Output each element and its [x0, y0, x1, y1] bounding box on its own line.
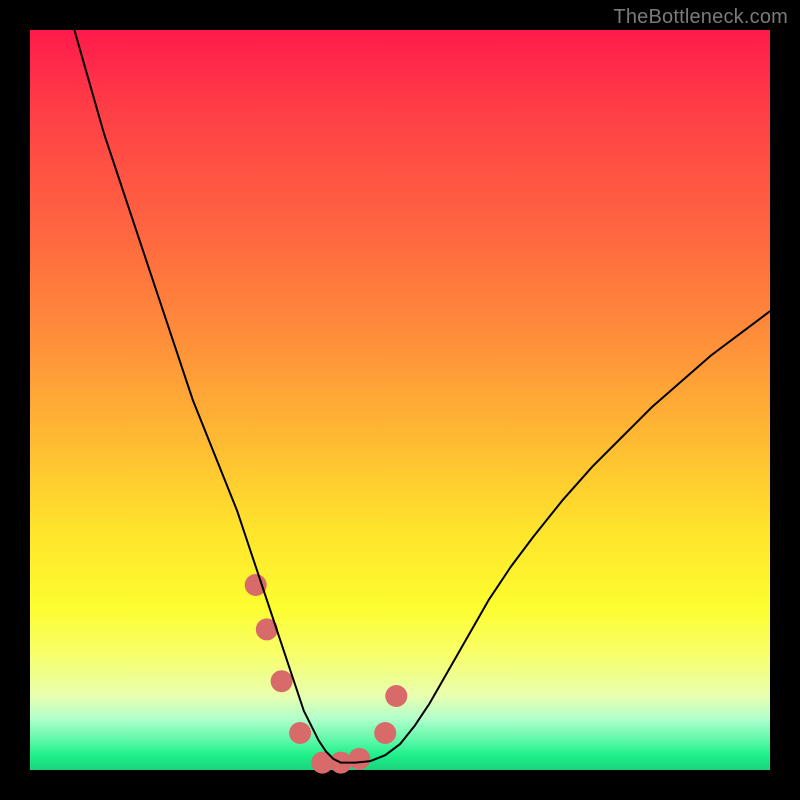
highlight-marker: [385, 685, 407, 707]
watermark-text: TheBottleneck.com: [613, 6, 788, 29]
chart-svg: [30, 30, 770, 770]
bottleneck-curve: [74, 30, 770, 763]
highlight-marker: [374, 722, 396, 744]
highlight-marker: [289, 722, 311, 744]
highlight-marker: [348, 748, 370, 770]
plot-area: [30, 30, 770, 770]
highlight-marker: [271, 670, 293, 692]
chart-frame: TheBottleneck.com: [0, 0, 800, 800]
